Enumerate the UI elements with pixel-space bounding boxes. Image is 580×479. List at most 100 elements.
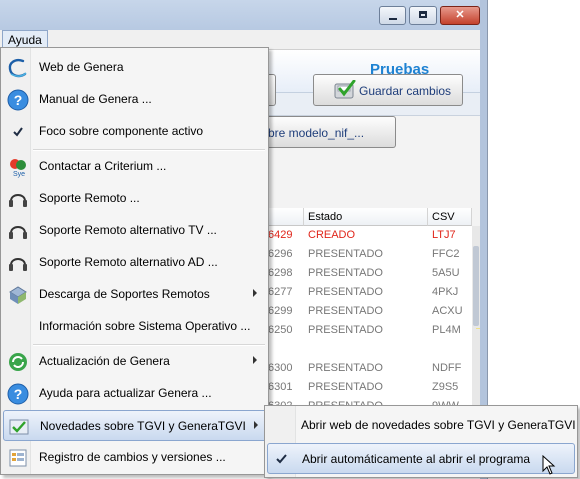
cell-estado: PRESENTADO <box>308 248 383 260</box>
menu-item-soporte-remoto[interactable]: Soporte Remoto ... <box>3 183 267 214</box>
cell-code: 6300 <box>268 362 293 374</box>
table-row[interactable] <box>262 340 472 359</box>
table-row[interactable]: 6277 PRESENTADO 4PKJ <box>262 283 472 302</box>
save-changes-label: Guardar cambios <box>359 84 452 98</box>
minimize-button[interactable] <box>379 6 406 25</box>
submenu-arrow-icon <box>253 356 257 364</box>
refresh-icon <box>9 353 27 371</box>
menu-item-info-sistema[interactable]: Información sobre Sistema Operativo ... <box>3 311 267 342</box>
novedades-submenu: Abrir web de novedades sobre TGVI y Gene… <box>264 405 578 478</box>
cell-code: 6429 <box>268 229 293 241</box>
menu-ayuda-label: Ayuda <box>8 33 42 47</box>
menu-item-label: Soporte Remoto alternativo AD ... <box>39 255 218 269</box>
mouse-cursor-icon <box>542 455 556 475</box>
maximize-button[interactable] <box>409 6 437 25</box>
save-changes-icon <box>334 80 356 99</box>
menu-item-label: Manual de Genera ... <box>39 92 152 106</box>
menu-item-contactar-criterium[interactable]: Sye Contactar a Criterium ... <box>3 151 267 182</box>
menu-item-label: Novedades sobre TGVI y GeneraTGVI <box>40 419 246 433</box>
cell-estado: PRESENTADO <box>308 267 383 279</box>
menu-item-web-genera[interactable]: Web de Genera <box>3 52 267 83</box>
menu-item-soporte-tv[interactable]: Soporte Remoto alternativo TV ... <box>3 215 267 246</box>
submenu-item-abrir-web-novedades[interactable]: Abrir web de novedades sobre TGVI y Gene… <box>267 410 576 441</box>
cell-csv: 4PKJ <box>432 286 459 298</box>
svg-text:?: ? <box>14 92 23 108</box>
svg-text:Sye: Sye <box>13 171 25 178</box>
menu-item-novedades-tgvi[interactable]: Novedades sobre TGVI y GeneraTGVI <box>3 410 267 441</box>
menu-item-registro-cambios[interactable]: Registro de cambios y versiones ... <box>3 442 267 473</box>
menu-item-label: Web de Genera <box>39 60 124 74</box>
cell-csv: FFC2 <box>432 248 460 260</box>
menu-ayuda[interactable]: Ayuda <box>2 30 48 48</box>
menu-item-label: Información sobre Sistema Operativo ... <box>39 319 251 333</box>
table-row[interactable]: 6300 PRESENTADO NDFF <box>262 359 472 378</box>
help-icon: ? <box>7 383 29 405</box>
cell-csv: LTJ7 <box>432 229 456 241</box>
headset-icon <box>9 258 27 271</box>
cell-code: 6277 <box>268 286 293 298</box>
menu-item-descarga-soportes[interactable]: Descarga de Soportes Remotos <box>3 279 267 310</box>
submenu-arrow-icon <box>253 289 257 297</box>
menu-item-label: Foco sobre componente activo <box>39 124 204 138</box>
table-row[interactable]: 6296 PRESENTADO FFC2 <box>262 245 472 264</box>
menu-item-label: Descarga de Soportes Remotos <box>39 287 210 301</box>
cell-estado: PRESENTADO <box>308 362 383 374</box>
table-row[interactable]: 6429 CREADO LTJ7 <box>262 226 472 245</box>
cell-code: 6250 <box>268 324 293 336</box>
changelog-icon <box>9 449 27 467</box>
cell-estado: PRESENTADO <box>308 381 383 393</box>
headset-icon <box>9 194 27 207</box>
cell-csv: 5A5U <box>432 267 460 279</box>
maximize-icon <box>419 11 427 18</box>
menu-item-label: Soporte Remoto ... <box>39 191 140 205</box>
cell-csv: Z9S5 <box>432 381 459 393</box>
menu-item-foco-componente[interactable]: Foco sobre componente activo <box>3 116 267 147</box>
table-row[interactable]: 6299 PRESENTADO ACXU <box>262 302 472 321</box>
cell-csv: NDFF <box>432 362 462 374</box>
menu-item-soporte-ad[interactable]: Soporte Remoto alternativo AD ... <box>3 247 267 278</box>
cell-code: 6296 <box>268 248 293 260</box>
cell-code: 6301 <box>268 381 293 393</box>
cell-estado: PRESENTADO <box>308 324 383 336</box>
model-nif-label: bre modelo_nif_... <box>268 126 365 140</box>
column-header-estado[interactable]: Estado <box>304 208 428 226</box>
cell-estado: CREADO <box>308 229 356 241</box>
close-button[interactable]: ✕ <box>440 6 480 25</box>
cell-code: 6298 <box>268 267 293 279</box>
svg-text:?: ? <box>14 386 23 402</box>
criterium-c-icon <box>8 58 27 78</box>
menu-item-manual-genera[interactable]: ? Manual de Genera ... <box>3 84 267 115</box>
column-header-csv[interactable]: CSV <box>428 208 472 226</box>
headset-icon <box>9 226 27 239</box>
table-row[interactable]: 6250 PRESENTADO PL4M <box>262 321 472 340</box>
help-dropdown-menu: Web de Genera ? Manual de Genera ... Foc… <box>0 47 269 475</box>
help-icon: ? <box>7 89 29 111</box>
cell-estado: PRESENTADO <box>308 286 383 298</box>
contact-icon: Sye <box>10 159 26 178</box>
title-bar[interactable]: ✕ <box>0 0 487 30</box>
table-scrollbar[interactable] <box>472 226 480 408</box>
menu-item-label: Soporte Remoto alternativo TV ... <box>39 223 217 237</box>
save-changes-button[interactable]: Guardar cambios <box>313 74 463 106</box>
close-icon: ✕ <box>455 9 465 21</box>
table-row[interactable]: 6301 PRESENTADO Z9S5 <box>262 378 472 397</box>
check-icon <box>13 127 23 137</box>
submenu-item-abrir-automaticamente[interactable]: Abrir automáticamente al abrir el progra… <box>267 443 575 474</box>
cell-code: 6299 <box>268 305 293 317</box>
submenu-item-label: Abrir automáticamente al abrir el progra… <box>302 452 531 466</box>
menu-item-ayuda-actualizar[interactable]: ? Ayuda para actualizar Genera ... <box>3 378 267 409</box>
submenu-item-label: Abrir web de novedades sobre TGVI y Gene… <box>301 418 576 432</box>
table-row[interactable]: 6298 PRESENTADO 5A5U <box>262 264 472 283</box>
cell-csv: ACXU <box>432 305 463 317</box>
menu-item-label: Registro de cambios y versiones ... <box>39 450 226 464</box>
submenu-arrow-icon <box>254 421 258 429</box>
cell-estado: PRESENTADO <box>308 305 383 317</box>
menu-item-label: Ayuda para actualizar Genera ... <box>39 386 212 400</box>
model-nif-button[interactable]: bre modelo_nif_... <box>262 116 396 148</box>
news-icon <box>9 419 29 435</box>
checkmark-icon <box>276 454 287 464</box>
download-icon <box>9 286 27 304</box>
cell-csv: PL4M <box>432 324 461 336</box>
menu-item-label: Actualización de Genera <box>39 354 170 368</box>
menu-item-actualizacion-genera[interactable]: Actualización de Genera <box>3 346 267 377</box>
